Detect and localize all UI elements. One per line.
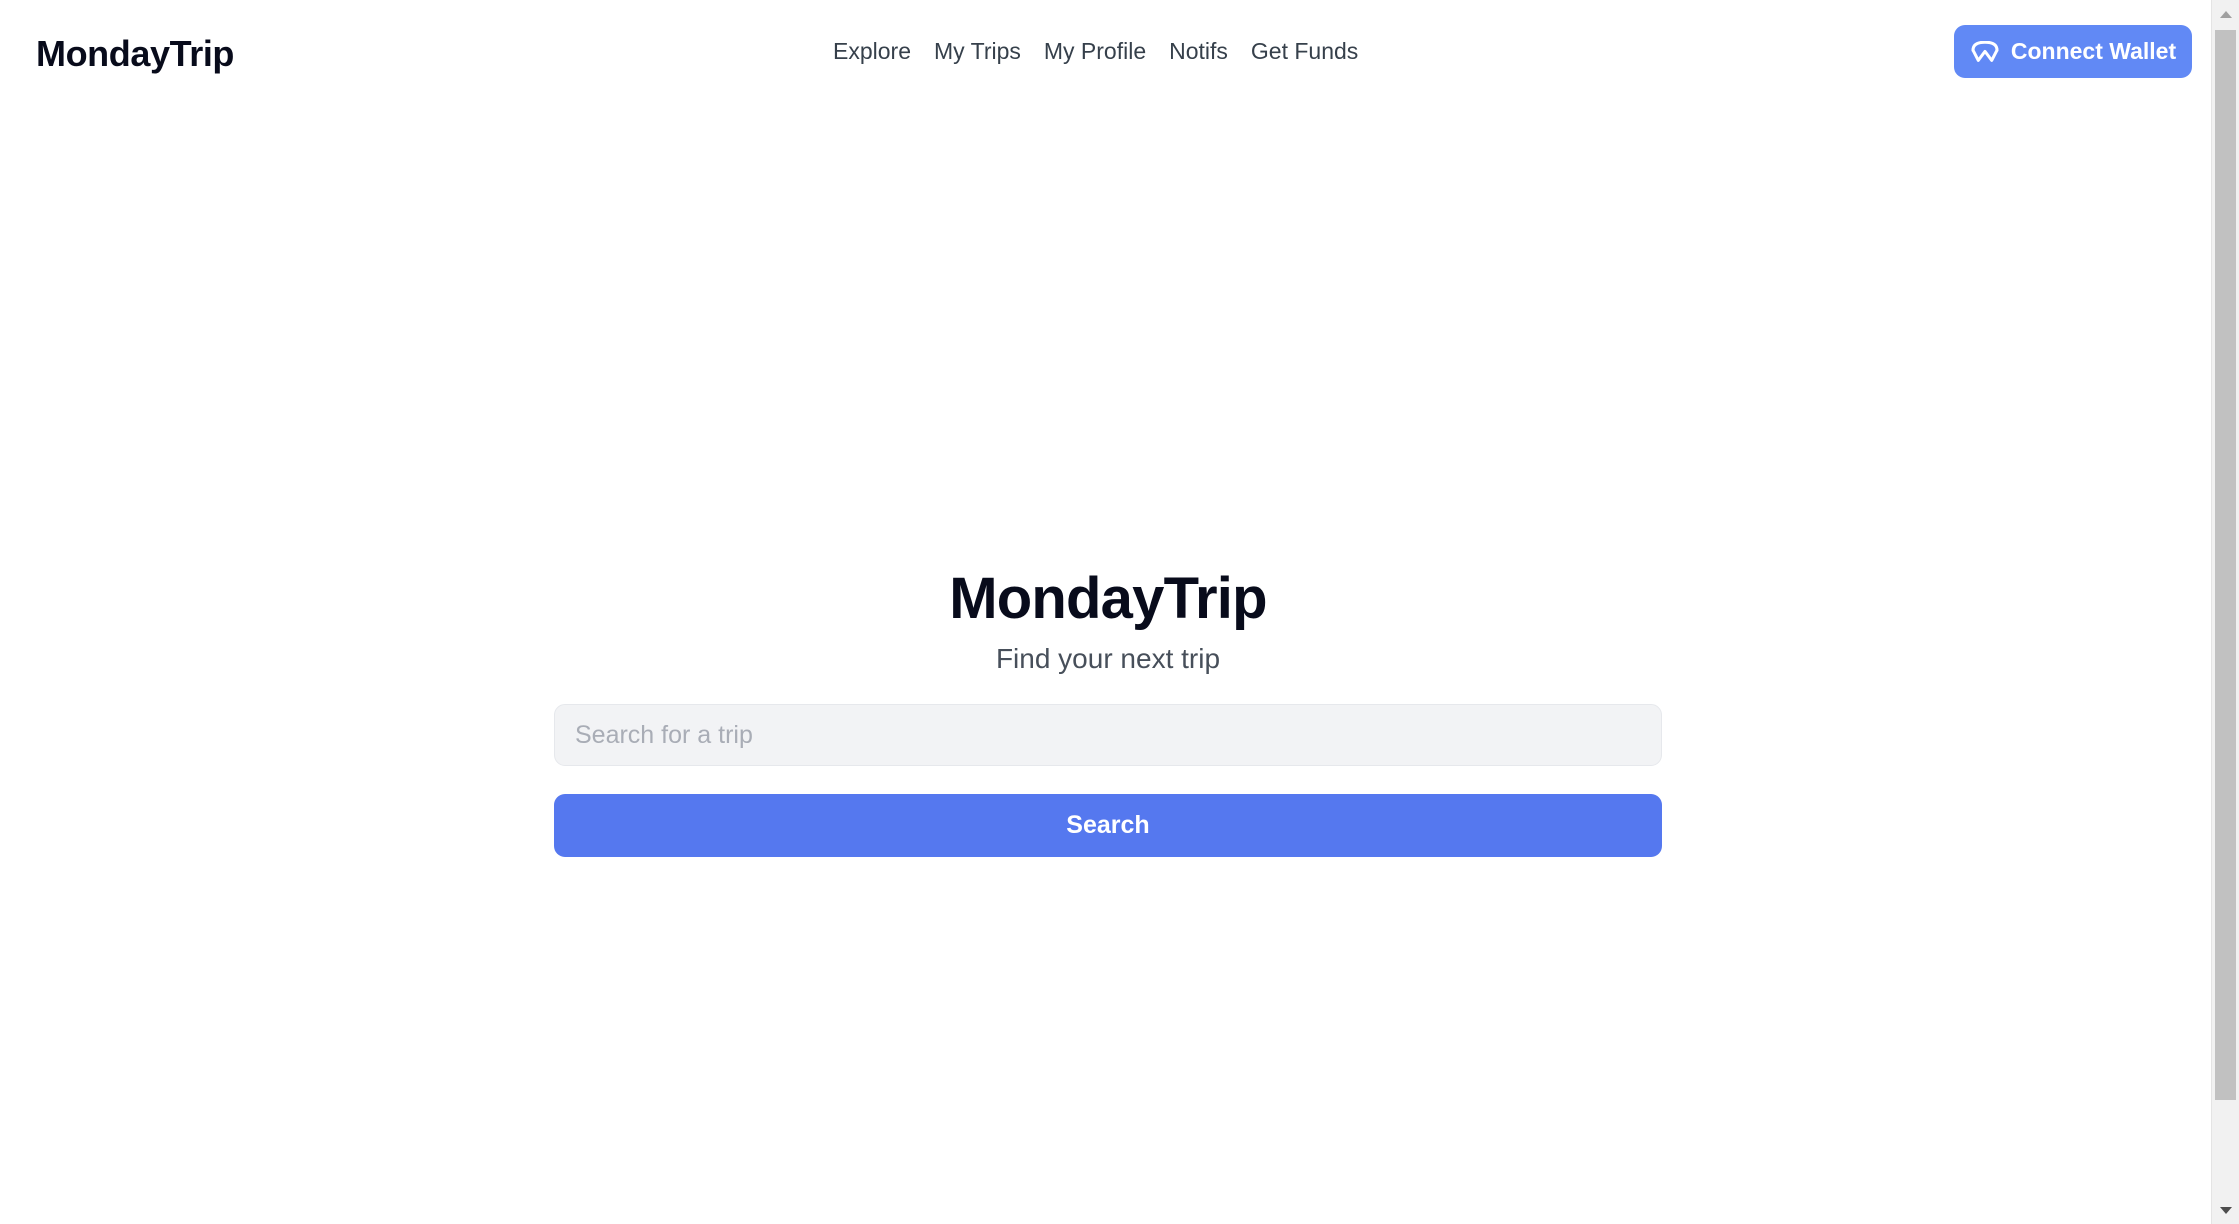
wallet-connect-icon (1971, 40, 1999, 62)
search-section: Search (554, 704, 1662, 857)
page-subtitle: Find your next trip (995, 643, 1221, 674)
chevron-down-icon (2219, 1206, 2232, 1214)
page-viewport: MondayTrip Explore My Trips My Profile N… (0, 0, 2211, 1224)
scrollbar-thumb[interactable] (2215, 30, 2236, 1100)
nav-item-explore[interactable]: Explore (833, 40, 911, 63)
chevron-up-icon (2219, 10, 2232, 18)
page-title: MondayTrip (949, 566, 1267, 631)
app-root: MondayTrip Explore My Trips My Profile N… (0, 0, 2239, 1224)
hero-section: MondayTrip Find your next trip (554, 570, 1662, 675)
main-navigation: Explore My Trips My Profile Notifs Get F… (833, 40, 1358, 63)
nav-item-notifs[interactable]: Notifs (1169, 40, 1228, 63)
nav-item-my-profile[interactable]: My Profile (1044, 40, 1146, 63)
brand-logo[interactable]: MondayTrip (36, 33, 234, 75)
search-input[interactable] (554, 704, 1662, 766)
site-header: MondayTrip Explore My Trips My Profile N… (0, 0, 2211, 96)
nav-item-get-funds[interactable]: Get Funds (1251, 40, 1358, 63)
search-button[interactable]: Search (554, 794, 1662, 857)
nav-item-my-trips[interactable]: My Trips (934, 40, 1021, 63)
scrollbar-up-button[interactable] (2212, 0, 2239, 28)
connect-wallet-label: Connect Wallet (2010, 38, 2177, 64)
connect-wallet-button[interactable]: Connect Wallet (1954, 25, 2192, 78)
scrollbar-down-button[interactable] (2212, 1196, 2239, 1224)
vertical-scrollbar[interactable] (2211, 0, 2239, 1224)
